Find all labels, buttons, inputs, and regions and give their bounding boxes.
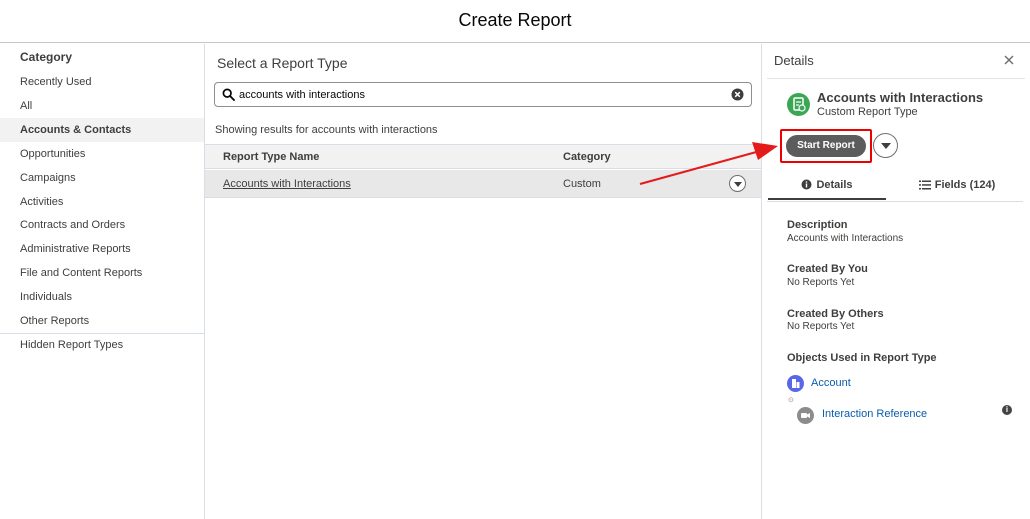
category-item-all[interactable]: All [0, 94, 204, 118]
interaction-icon [797, 407, 814, 424]
details-title: Details [774, 53, 814, 68]
section-label-created-by-you: Created By You [787, 263, 868, 275]
category-item-accounts-contacts[interactable]: Accounts & Contacts [0, 118, 204, 142]
section-value-description: Accounts with Interactions [787, 233, 904, 244]
results-note: Showing results for accounts with intera… [215, 124, 438, 136]
info-icon[interactable]: i [1002, 405, 1012, 415]
details-divider [767, 78, 1025, 79]
section-value-created-by-others: No Reports Yet [787, 321, 855, 332]
account-icon [787, 375, 804, 392]
category-item-activities[interactable]: Activities [0, 190, 204, 214]
tabs-divider [767, 201, 1023, 202]
category-item-individuals[interactable]: Individuals [0, 285, 204, 309]
search-icon [222, 88, 235, 101]
report-type-subtitle: Custom Report Type [817, 106, 918, 118]
more-actions-chevron-icon[interactable] [873, 133, 898, 158]
search-input[interactable] [239, 85, 719, 104]
row-menu-chevron-icon[interactable] [729, 175, 746, 192]
category-item-recently-used[interactable]: Recently Used [0, 70, 204, 94]
start-report-highlight: Start Report [780, 129, 872, 163]
category-item-other-reports[interactable]: Other Reports [0, 309, 204, 333]
report-type-name: Accounts with Interactions [817, 90, 984, 105]
list-icon [918, 180, 931, 190]
section-label-created-by-others: Created By Others [787, 308, 884, 320]
section-value-created-by-you: No Reports Yet [787, 277, 855, 288]
tab-fields-label: Fields (124) [934, 179, 996, 191]
modal-title: Create Report [0, 0, 1030, 43]
close-icon[interactable] [1002, 53, 1016, 67]
category-header: Category [20, 50, 73, 64]
info-icon [801, 179, 812, 190]
report-type-panel: Select a Report Type Showing results for… [205, 44, 762, 519]
category-item-contracts-orders[interactable]: Contracts and Orders [0, 213, 204, 237]
category-panel: Category Recently Used All Accounts & Co… [0, 44, 205, 519]
search-box[interactable] [214, 82, 752, 107]
report-type-icon [787, 93, 810, 116]
report-type-category: Custom [563, 178, 601, 190]
objects-label: Objects Used in Report Type [787, 352, 937, 364]
object-link-interaction-reference[interactable]: Interaction Reference [822, 408, 927, 420]
table-row[interactable]: Accounts with Interactions Custom [205, 170, 761, 198]
section-label-description: Description [787, 219, 848, 231]
tab-details[interactable]: Details [768, 170, 886, 200]
details-panel: Details Accounts with Interactions Custo… [762, 44, 1030, 519]
tab-details-label: Details [816, 179, 853, 191]
clear-icon[interactable] [731, 88, 744, 101]
tab-fields[interactable]: Fields (124) [898, 170, 1016, 200]
category-item-administrative-reports[interactable]: Administrative Reports [0, 237, 204, 261]
column-header-category[interactable]: Category [563, 151, 611, 163]
category-item-opportunities[interactable]: Opportunities [0, 142, 204, 166]
category-item-file-content-reports[interactable]: File and Content Reports [0, 261, 204, 285]
report-type-link[interactable]: Accounts with Interactions [223, 178, 351, 190]
column-header-name[interactable]: Report Type Name [223, 151, 319, 163]
hierarchy-glyph: ⊙ [788, 397, 794, 404]
report-type-title: Select a Report Type [217, 55, 348, 71]
start-report-button[interactable]: Start Report [786, 135, 866, 157]
category-item-campaigns[interactable]: Campaigns [0, 166, 204, 190]
object-link-account[interactable]: Account [811, 377, 851, 389]
table-header: Report Type Name Category [205, 144, 761, 169]
category-item-hidden-report-types[interactable]: Hidden Report Types [0, 333, 204, 357]
